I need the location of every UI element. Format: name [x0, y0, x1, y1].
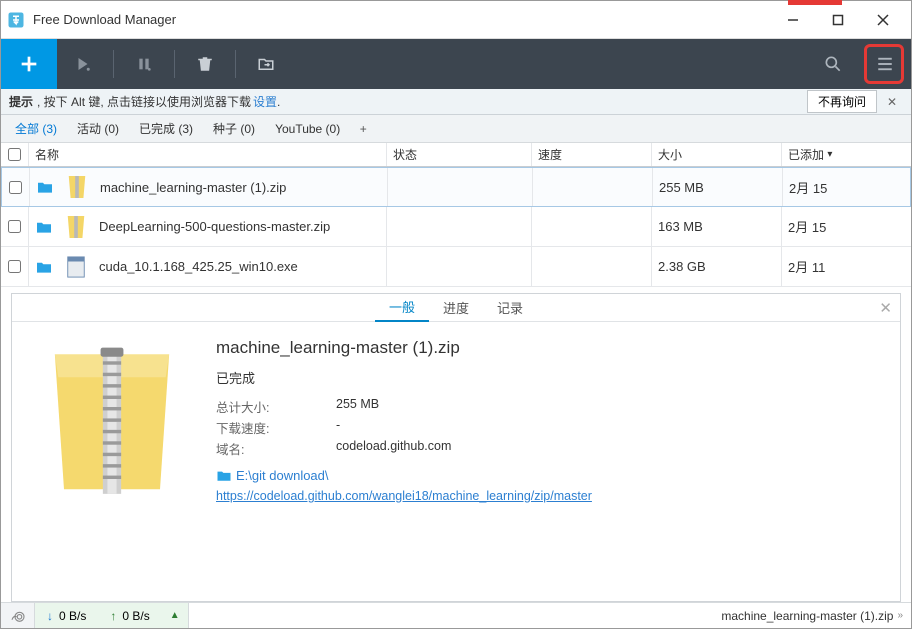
row-checkbox[interactable] [8, 220, 21, 233]
tab-torrent[interactable]: 种子 (0) [203, 116, 265, 141]
speed-value: - [336, 418, 340, 437]
detail-title: machine_learning-master (1).zip [216, 338, 880, 358]
app-icon [7, 11, 25, 29]
speed-limit-button[interactable] [1, 603, 35, 628]
search-button[interactable] [807, 39, 859, 89]
close-panel-button[interactable]: ✕ [879, 299, 892, 317]
row-speed [533, 168, 653, 206]
maximize-button[interactable] [815, 6, 860, 34]
col-speed[interactable]: 速度 [532, 143, 652, 166]
tab-completed[interactable]: 已完成 (3) [129, 116, 203, 141]
close-button[interactable] [860, 6, 905, 34]
delete-button[interactable] [179, 39, 231, 89]
close-tip-button[interactable]: ✕ [881, 95, 903, 109]
tab-youtube[interactable]: YouTube (0) [265, 118, 350, 140]
row-speed [532, 207, 652, 246]
no-ask-button[interactable]: 不再询问 [807, 90, 877, 113]
table-row[interactable]: DeepLearning-500-questions-master.zip 16… [1, 207, 911, 247]
panel-tabs: 一般 进度 记录 ✕ [12, 294, 900, 322]
tip-bar: 提示 , 按下 Alt 键, 点击链接以使用浏览器下载 设置 . 不再询问 ✕ [1, 89, 911, 115]
toolbar [1, 39, 911, 89]
folder-icon[interactable] [36, 180, 54, 194]
speed-label: 下载速度: [216, 418, 336, 437]
domain-value: codeload.github.com [336, 439, 451, 458]
col-name[interactable]: 名称 [29, 143, 387, 166]
detail-path[interactable]: E:\git download\ [216, 468, 880, 483]
domain-label: 域名: [216, 439, 336, 458]
row-size: 163 MB [652, 207, 782, 246]
row-added: 2月 15 [782, 207, 911, 246]
col-size[interactable]: 大小 [652, 143, 782, 166]
select-all-checkbox[interactable] [8, 148, 21, 161]
menu-button[interactable] [859, 39, 911, 89]
row-name: cuda_10.1.168_425.25_win10.exe [93, 247, 387, 286]
row-checkbox[interactable] [9, 181, 22, 194]
upload-rate[interactable]: ↑0 B/s [98, 603, 161, 628]
panel-tab-log[interactable]: 记录 [483, 294, 537, 321]
size-value: 255 MB [336, 397, 379, 416]
up-arrow-icon: ↑ [110, 609, 116, 623]
tip-label: 提示 [9, 93, 33, 110]
status-bar: ↓0 B/s ↑0 B/s ▲ machine_learning-master … [1, 602, 911, 628]
status-filename[interactable]: machine_learning-master (1).zip» [713, 609, 911, 623]
add-download-button[interactable] [1, 39, 57, 89]
size-label: 总计大小: [216, 397, 336, 416]
row-name: DeepLearning-500-questions-master.zip [93, 207, 387, 246]
details-panel: 一般 进度 记录 ✕ machine_learning-master (1).z… [11, 293, 901, 602]
file-type-icon [32, 338, 192, 508]
detail-status: 已完成 [216, 368, 880, 387]
panel-tab-general[interactable]: 一般 [375, 293, 429, 322]
download-rate[interactable]: ↓0 B/s [35, 603, 98, 628]
row-status [388, 168, 533, 206]
detail-url[interactable]: https://codeload.github.com/wanglei18/ma… [216, 489, 880, 503]
sort-icon: ▾ [827, 149, 832, 160]
folder-icon[interactable] [35, 260, 53, 274]
tab-all[interactable]: 全部 (3) [5, 116, 67, 141]
table-header: 名称 状态 速度 大小 已添加 ▾ [1, 143, 911, 167]
download-list: machine_learning-master (1).zip 255 MB 2… [1, 167, 911, 287]
chevron-icon: » [897, 610, 903, 621]
panel-tab-progress[interactable]: 进度 [429, 294, 483, 321]
row-added: 2月 11 [782, 247, 911, 286]
row-status [387, 247, 532, 286]
row-size: 255 MB [653, 168, 783, 206]
col-added[interactable]: 已添加 ▾ [782, 143, 911, 166]
pause-button[interactable] [118, 39, 170, 89]
down-arrow-icon: ↓ [47, 609, 53, 623]
row-checkbox[interactable] [8, 260, 21, 273]
tip-text: , 按下 Alt 键, 点击链接以使用浏览器下载 [37, 93, 251, 110]
zip-icon [66, 173, 88, 201]
col-status[interactable]: 状态 [387, 143, 532, 166]
row-name: machine_learning-master (1).zip [94, 168, 388, 206]
window-title: Free Download Manager [33, 12, 770, 27]
zip-icon [65, 213, 87, 241]
row-status [387, 207, 532, 246]
tip-settings-link[interactable]: 设置 [253, 93, 277, 110]
titlebar: Free Download Manager [1, 1, 911, 39]
move-button[interactable] [240, 39, 292, 89]
row-size: 2.38 GB [652, 247, 782, 286]
add-tab-button[interactable]: + [350, 122, 376, 136]
row-speed [532, 247, 652, 286]
folder-icon [216, 469, 232, 482]
play-button[interactable] [57, 39, 109, 89]
filter-tabbar: 全部 (3) 活动 (0) 已完成 (3) 种子 (0) YouTube (0)… [1, 115, 911, 143]
minimize-button[interactable] [770, 6, 815, 34]
row-added: 2月 15 [783, 168, 910, 206]
folder-icon[interactable] [35, 220, 53, 234]
exe-icon [65, 253, 87, 281]
tab-active[interactable]: 活动 (0) [67, 116, 129, 141]
table-row[interactable]: machine_learning-master (1).zip 255 MB 2… [1, 167, 911, 207]
expand-rates-button[interactable]: ▲ [162, 603, 189, 628]
table-row[interactable]: cuda_10.1.168_425.25_win10.exe 2.38 GB 2… [1, 247, 911, 287]
